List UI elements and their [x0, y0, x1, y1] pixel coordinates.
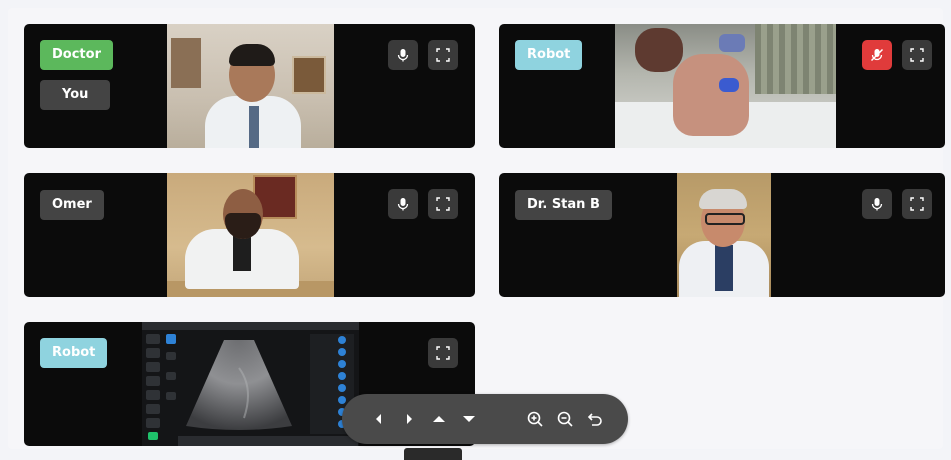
us-button — [146, 362, 160, 372]
us-slider — [338, 360, 346, 368]
stan-shirt — [715, 245, 733, 291]
mic-button[interactable] — [388, 189, 418, 219]
us-active-button — [148, 432, 158, 440]
move-up-button[interactable] — [424, 404, 454, 434]
wall-shelf — [171, 38, 201, 88]
mic-icon — [397, 198, 409, 211]
us-button — [146, 348, 160, 358]
name-badge-stan: Dr. Stan B — [515, 190, 612, 220]
name-badge-robot: Robot — [40, 338, 108, 368]
patient-back — [673, 54, 749, 136]
us-button — [146, 404, 160, 414]
us-slider — [338, 372, 346, 380]
arrow-left-icon — [376, 414, 381, 424]
glove — [719, 78, 739, 92]
us-slider — [338, 396, 346, 404]
zoom-in-button[interactable] — [520, 404, 550, 434]
participant-tile-doctor[interactable]: Doctor You — [24, 24, 475, 148]
undo-icon — [587, 413, 602, 426]
arrow-right-icon — [407, 414, 412, 424]
zoom-out-button[interactable] — [550, 404, 580, 434]
us-bottombar — [178, 436, 358, 446]
omer-video — [167, 173, 334, 297]
us-button — [146, 334, 160, 344]
video-grid: Doctor You Robot Omer Dr. Stan B Robot — [8, 8, 945, 449]
participant-tile-omer[interactable]: Omer — [24, 173, 475, 297]
doctor-tie — [249, 106, 259, 148]
arrow-up-icon — [433, 416, 445, 422]
stan-video — [677, 173, 771, 297]
us-mode-active — [166, 334, 176, 344]
nurse-arm — [635, 28, 683, 72]
robot-control-toolbar — [342, 394, 628, 444]
device-head — [719, 34, 745, 52]
stan-glasses — [705, 213, 745, 225]
name-badge-you: You — [40, 80, 111, 110]
us-button — [146, 418, 160, 428]
arrow-down-icon — [463, 416, 475, 422]
ultrasound-scan — [184, 338, 294, 430]
us-button — [166, 352, 176, 360]
doctor-video — [167, 24, 334, 148]
us-button — [166, 392, 176, 400]
zoom-in-icon — [527, 411, 543, 427]
fullscreen-button[interactable] — [902, 189, 932, 219]
fullscreen-button[interactable] — [428, 40, 458, 70]
mic-button[interactable] — [388, 40, 418, 70]
fullscreen-icon — [436, 197, 450, 211]
mic-icon — [397, 49, 409, 62]
fullscreen-icon — [436, 48, 450, 62]
fullscreen-icon — [910, 48, 924, 62]
participant-tile-stan[interactable]: Dr. Stan B — [499, 173, 945, 297]
us-button — [166, 372, 176, 380]
name-badge-omer: Omer — [40, 190, 104, 220]
fullscreen-button[interactable] — [902, 40, 932, 70]
ultrasound-video — [142, 322, 359, 446]
zoom-out-icon — [557, 411, 573, 427]
mic-icon — [871, 198, 883, 211]
us-button — [146, 376, 160, 386]
move-down-button[interactable] — [454, 404, 484, 434]
doctor-hair — [229, 44, 275, 66]
mic-button[interactable] — [862, 189, 892, 219]
mic-off-icon — [870, 48, 884, 62]
wall-painting — [292, 56, 326, 94]
participant-tile-robot-camera[interactable]: Robot — [499, 24, 945, 148]
toolbar-tooltip — [404, 448, 462, 460]
us-slider — [338, 348, 346, 356]
name-badge-doctor: Doctor — [40, 40, 113, 70]
fullscreen-button[interactable] — [428, 189, 458, 219]
us-button — [146, 390, 160, 400]
stan-hair — [699, 189, 747, 209]
name-badge-robot: Robot — [515, 40, 583, 70]
move-right-button[interactable] — [394, 404, 424, 434]
fullscreen-icon — [910, 197, 924, 211]
curtain — [755, 24, 836, 94]
mic-muted-button[interactable] — [862, 40, 892, 70]
robot-camera-video — [615, 24, 836, 148]
undo-button[interactable] — [580, 404, 610, 434]
us-slider — [338, 384, 346, 392]
us-topbar — [142, 322, 359, 330]
fullscreen-button[interactable] — [428, 338, 458, 368]
fullscreen-icon — [436, 346, 450, 360]
move-left-button[interactable] — [364, 404, 394, 434]
us-slider — [338, 336, 346, 344]
